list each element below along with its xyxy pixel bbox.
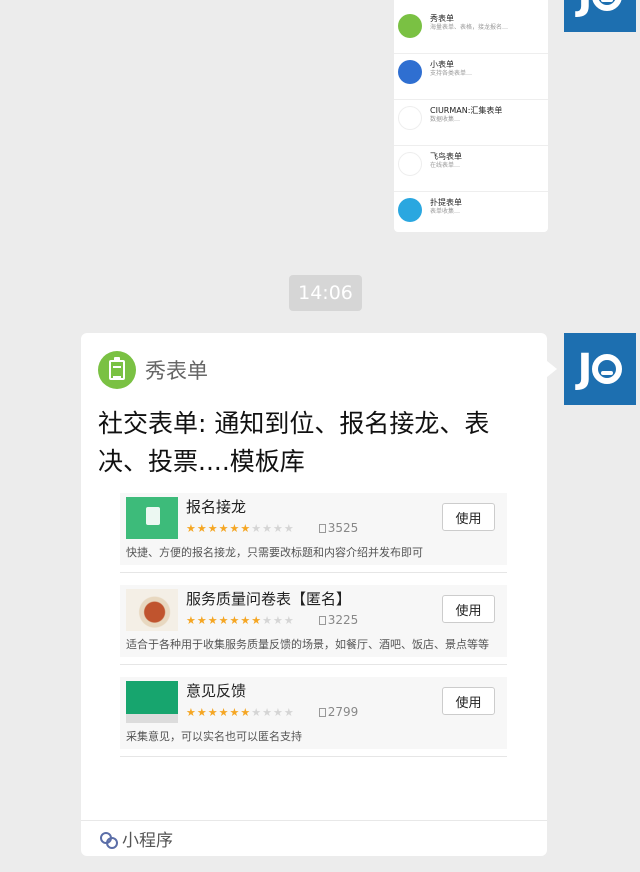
previous-item-desc: 表单收集…	[430, 208, 461, 215]
usage-count: 3225	[318, 613, 359, 627]
use-template-button[interactable]: 使用	[442, 595, 495, 623]
previous-item-name: 秀表单	[430, 14, 454, 23]
bird-icon	[398, 152, 422, 176]
previous-list-item: 秀表单 海量表单、表格，接龙报名…	[394, 8, 548, 54]
previous-item-desc: 支持各类表单…	[430, 70, 473, 77]
jo-logo-icon: J	[578, 346, 623, 392]
template-list: 报名接龙 ★★★★★★★★★★ 3525 使用 快捷、方便的报名接龙，只需要改标题和内容…	[120, 493, 507, 769]
app-name: 秀表单	[145, 359, 208, 383]
usage-count-value: 2799	[327, 705, 359, 719]
clipboard-icon	[398, 14, 422, 38]
mini-program-icon	[98, 830, 118, 849]
d-letter-icon	[398, 198, 422, 222]
mini-program-card[interactable]: 秀表单 社交表单: 通知到位、报名接龙、表决、投票....模板库 报名接龙 ★★★…	[81, 333, 557, 856]
clipboard-icon	[98, 351, 136, 389]
template-item[interactable]: 服务质量问卷表【匿名】 ★★★★★★★★★★ 3225 使用 适合于各种用于收集服务质量…	[120, 585, 507, 665]
previous-item-desc: 在线表单…	[430, 162, 461, 169]
rating-stars: ★★★★★★★★★★	[186, 613, 295, 627]
previous-item-name: 扑提表单	[430, 198, 462, 207]
previous-image-message[interactable]: 秀表单 海量表单、表格，接龙报名… 小表单 支持各类表单… CIURMAN:汇集表单 数据…	[394, 0, 548, 232]
usage-count: 2799	[318, 705, 359, 719]
mini-program-label: 小程序	[122, 831, 173, 851]
previous-list-item: 飞鸟表单 在线表单…	[394, 146, 548, 192]
previous-item-desc: 海量表单、表格，接龙报名…	[430, 24, 509, 31]
previous-item-desc: 数据收集…	[430, 116, 461, 123]
card-footer: 小程序	[81, 820, 547, 856]
previous-list-item: 小表单 支持各类表单…	[394, 54, 548, 100]
sender-avatar[interactable]: J	[564, 333, 636, 405]
green-form-thumbnail	[126, 497, 178, 539]
rating-stars: ★★★★★★★★★★	[186, 705, 295, 719]
card-title: 社交表单: 通知到位、报名接龙、表决、投票....模板库	[98, 409, 490, 476]
template-item[interactable]: 报名接龙 ★★★★★★★★★★ 3525 使用 快捷、方便的报名接龙，只需要改标题和内容…	[120, 493, 507, 573]
document-icon	[398, 60, 422, 84]
food-thumbnail	[126, 589, 178, 631]
template-description: 采集意见，可以实名也可以匿名支持	[126, 730, 302, 743]
rating-stars: ★★★★★★★★★★	[186, 521, 295, 535]
use-template-button[interactable]: 使用	[442, 503, 495, 531]
jo-logo-icon: J	[578, 0, 623, 19]
previous-item-name: 飞鸟表单	[430, 152, 462, 161]
use-template-button[interactable]: 使用	[442, 687, 495, 715]
card-header: 秀表单	[98, 351, 208, 389]
document-icon	[318, 708, 326, 717]
previous-image-top-strip	[394, 0, 548, 8]
template-description: 适合于各种用于收集服务质量反馈的场景，如餐厅、酒吧、饭店、景点等等	[126, 638, 489, 651]
usage-count-value: 3525	[327, 521, 359, 535]
previous-image-list: 秀表单 海量表单、表格，接龙报名… 小表单 支持各类表单… CIURMAN:汇集表单 数据…	[394, 8, 548, 232]
message-timestamp: 14:06	[289, 275, 362, 311]
template-description: 快捷、方便的报名接龙，只需要改标题和内容介绍并发布即可	[126, 546, 423, 559]
usage-count: 3525	[318, 521, 359, 535]
green-feedback-thumbnail	[126, 681, 178, 723]
previous-list-item: 扑提表单 表单收集…	[394, 192, 548, 232]
document-icon	[318, 524, 326, 533]
wings-logo-icon	[398, 106, 422, 130]
previous-item-name: 小表单	[430, 60, 454, 69]
sender-avatar-top[interactable]: J	[564, 0, 636, 32]
previous-item-name: CIURMAN:汇集表单	[430, 106, 503, 115]
previous-list-item: CIURMAN:汇集表单 数据收集…	[394, 100, 548, 146]
usage-count-value: 3225	[327, 613, 359, 627]
document-icon	[318, 616, 326, 625]
template-item[interactable]: 意见反馈 ★★★★★★★★★★ 2799 使用 采集意见，可以实名也可以匿名支持	[120, 677, 507, 757]
